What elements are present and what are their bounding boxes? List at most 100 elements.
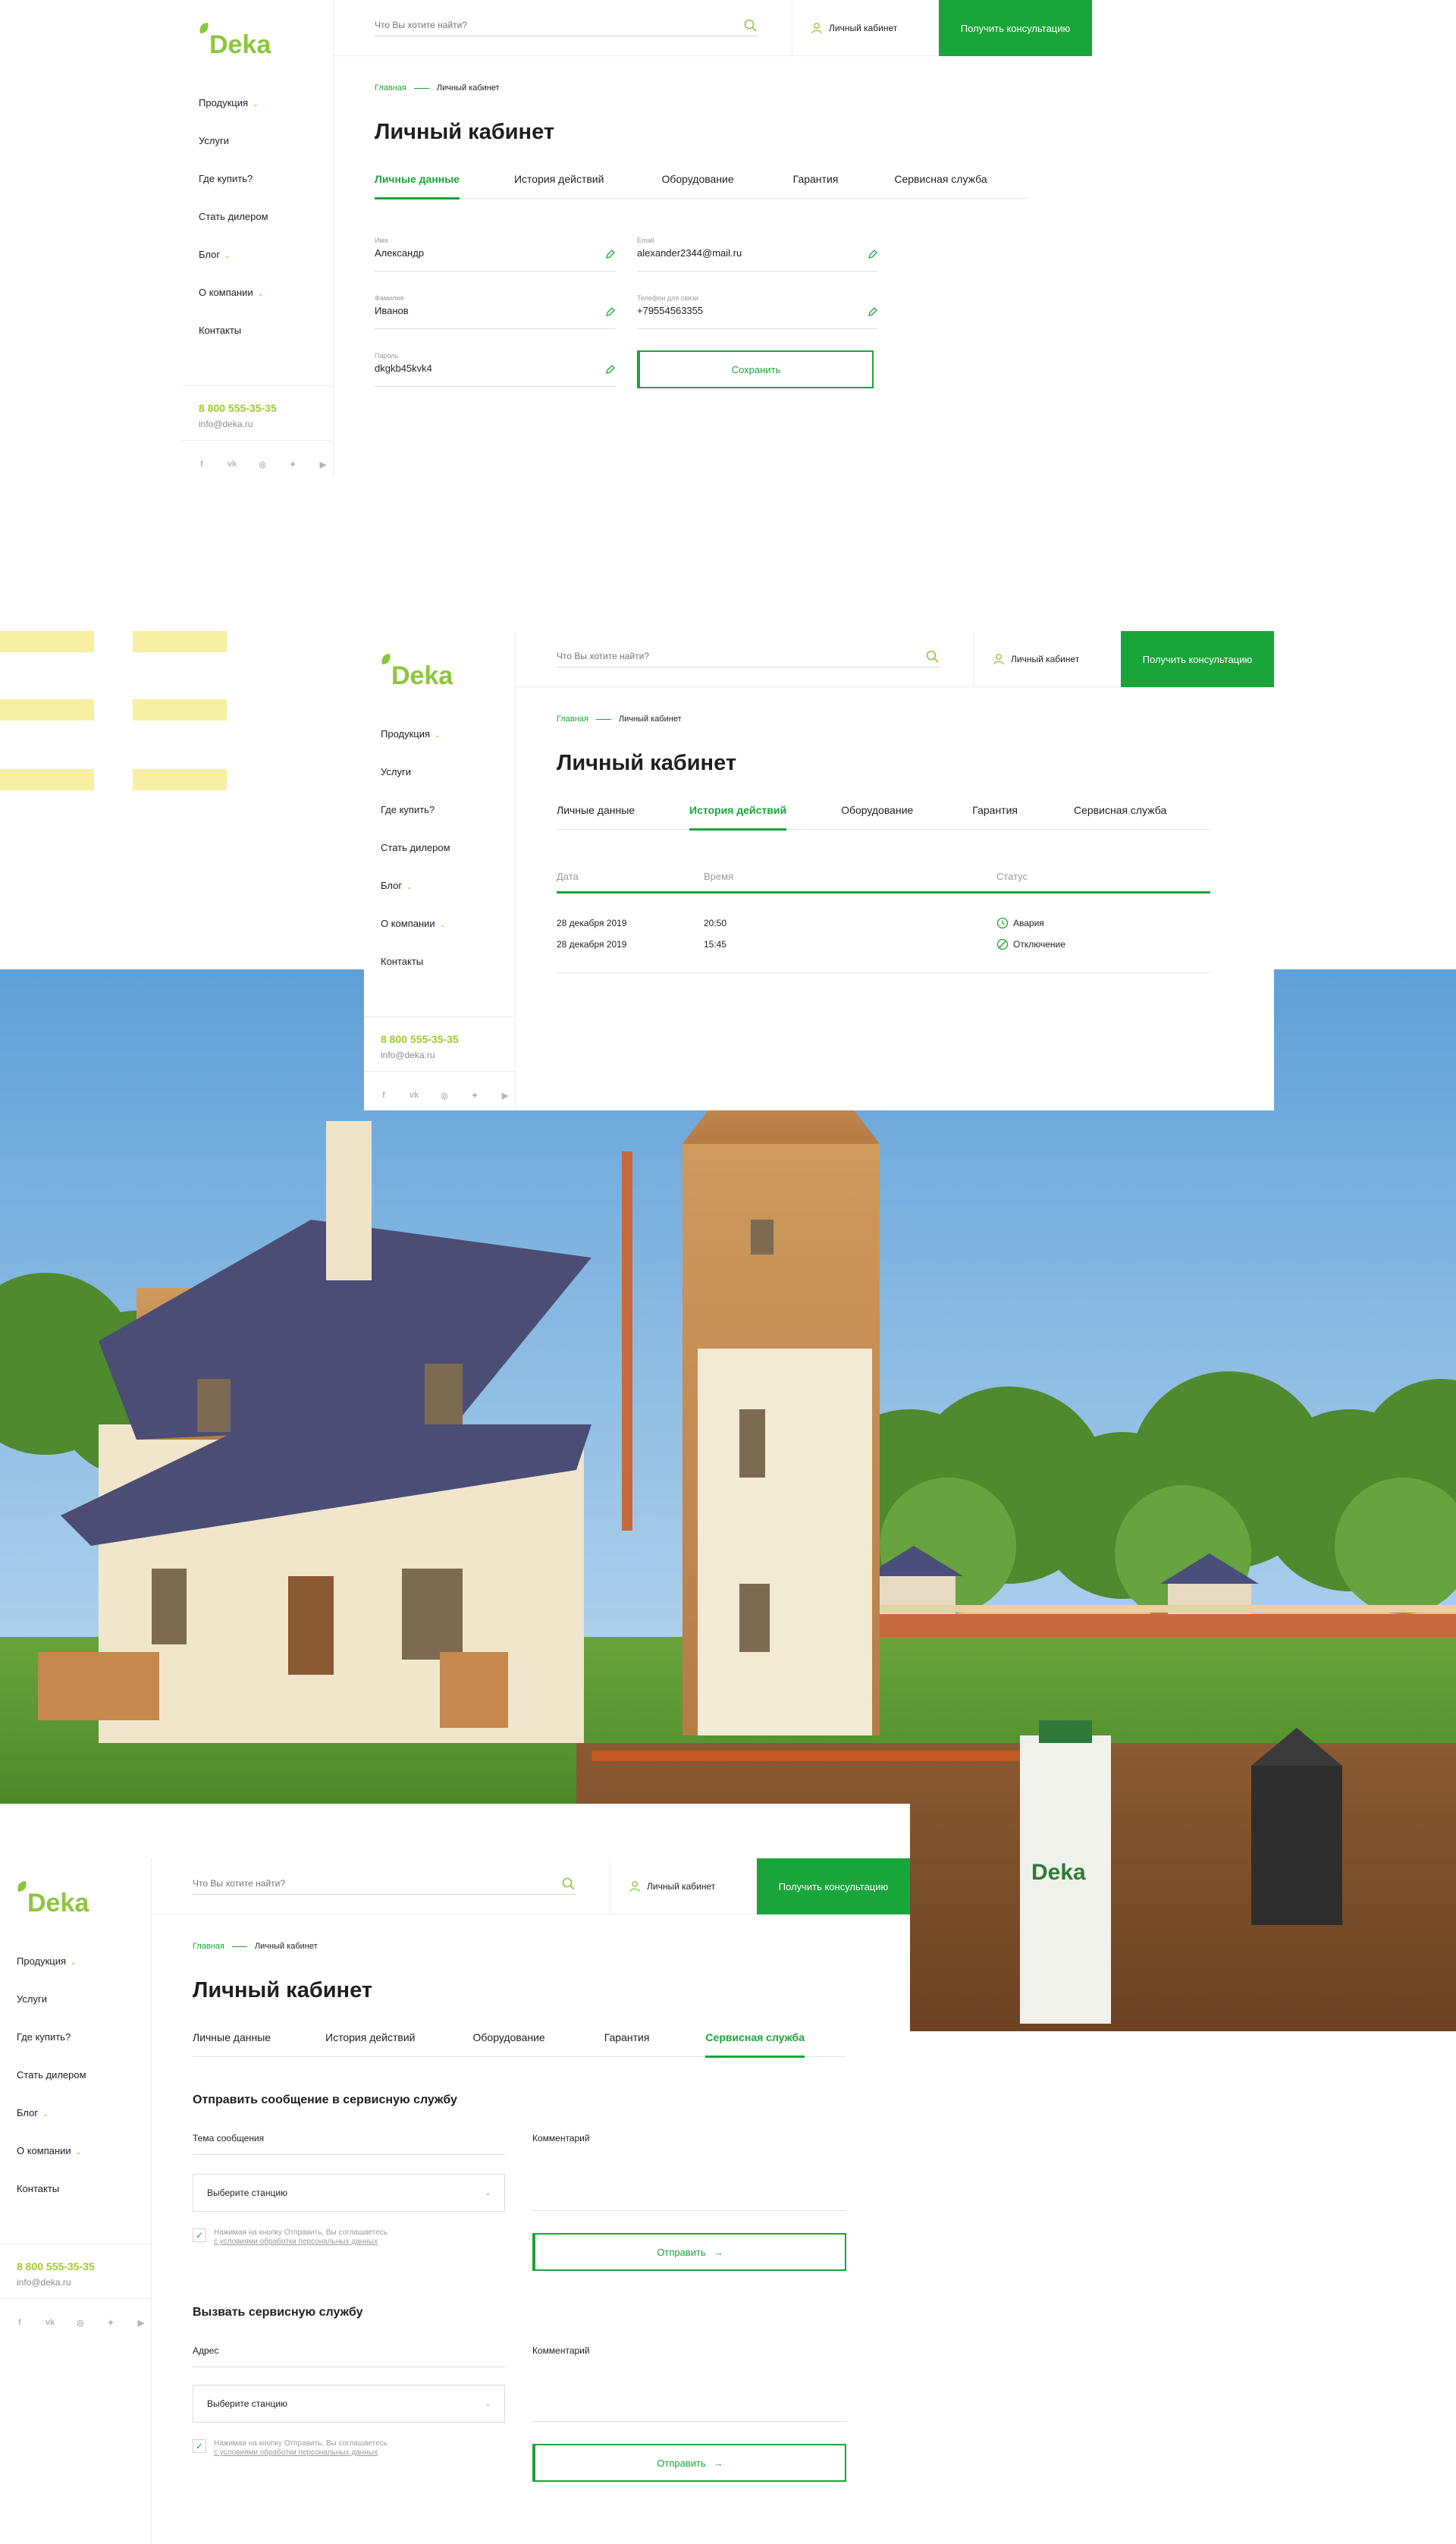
edit-pencil-icon[interactable] (868, 306, 878, 317)
sidebar-item-blog[interactable]: Блог ⌄ (17, 2106, 86, 2144)
tab-warranty[interactable]: Гарантия (604, 2031, 650, 2057)
consult-button[interactable]: Получить консультацию (1121, 631, 1274, 687)
edit-pencil-icon[interactable] (605, 249, 616, 259)
tab-warranty[interactable]: Гарантия (793, 173, 839, 199)
sidebar-item-contacts[interactable]: Контакты (199, 323, 268, 361)
vk-icon[interactable]: vk (35, 2313, 65, 2332)
breadcrumb-home[interactable]: Главная (375, 83, 406, 93)
tab-history[interactable]: История действий (325, 2031, 415, 2057)
instagram-icon[interactable]: ◎ (65, 2313, 96, 2332)
youtube-icon[interactable]: ▶ (490, 1086, 520, 1104)
comment-input[interactable] (532, 2421, 846, 2422)
instagram-icon[interactable]: ◎ (429, 1086, 460, 1104)
tab-personal-data[interactable]: Личные данные (193, 2031, 271, 2057)
edit-pencil-icon[interactable] (605, 306, 616, 317)
contact-email[interactable]: info@deka.ru (17, 2277, 71, 2288)
search-icon[interactable] (743, 18, 758, 33)
sidebar-item-about[interactable]: О компании ⌄ (381, 916, 450, 954)
tab-service[interactable]: Сервисная служба (1074, 804, 1166, 830)
send-message-button[interactable]: Отправить → (532, 2233, 846, 2271)
twitter-icon[interactable]: ✦ (278, 455, 308, 473)
twitter-icon[interactable]: ✦ (96, 2313, 126, 2332)
sidebar-item-where-to-buy[interactable]: Где купить? (199, 171, 268, 209)
sidebar-item-products[interactable]: Продукция ⌄ (199, 96, 268, 133)
sidebar-item-products[interactable]: Продукция ⌄ (381, 727, 450, 765)
sidebar-item-products[interactable]: Продукция ⌄ (17, 1954, 86, 1992)
tab-equipment[interactable]: Оборудование (473, 2031, 545, 2057)
facebook-icon[interactable]: f (187, 455, 217, 473)
consent-link[interactable]: с условиями обработки персональных данны… (214, 2238, 378, 2246)
first-name-field[interactable]: Имя Александр (375, 237, 616, 272)
youtube-icon[interactable]: ▶ (308, 455, 338, 473)
phone-number[interactable]: 8 800 555-35-35 (17, 2260, 95, 2272)
tab-warranty[interactable]: Гарантия (972, 804, 1018, 830)
tab-service[interactable]: Сервисная служба (894, 173, 987, 199)
comment-input[interactable] (532, 2210, 846, 2211)
edit-pencil-icon[interactable] (605, 364, 616, 375)
station-select[interactable]: Выберите станцию ⌄ (193, 2174, 505, 2212)
last-name-field[interactable]: Фамилия Иванов (375, 294, 616, 329)
vk-icon[interactable]: vk (217, 455, 247, 473)
consult-button[interactable]: Получить консультацию (939, 0, 1092, 56)
facebook-icon[interactable]: f (369, 1086, 399, 1104)
contact-email[interactable]: info@deka.ru (381, 1050, 435, 1060)
consult-button[interactable]: Получить консультацию (757, 1858, 910, 1914)
sidebar-item-services[interactable]: Услуги (381, 765, 450, 802)
sidebar-item-blog[interactable]: Блог ⌄ (381, 878, 450, 916)
youtube-icon[interactable]: ▶ (126, 2313, 156, 2332)
sidebar-item-become-dealer[interactable]: Стать дилером (199, 209, 268, 247)
sidebar-item-where-to-buy[interactable]: Где купить? (381, 802, 450, 840)
cabinet-link[interactable]: Личный кабинет (792, 0, 912, 56)
sidebar-item-services[interactable]: Услуги (199, 133, 268, 171)
phone-field[interactable]: Телефон для связи +79554563355 (637, 294, 878, 329)
cabinet-link[interactable]: Личный кабинет (974, 631, 1094, 687)
tab-service[interactable]: Сервисная служба (705, 2031, 805, 2058)
password-field[interactable]: Пароль dkgkb45kvk4 (375, 352, 616, 387)
facebook-icon[interactable]: f (5, 2313, 35, 2332)
tab-history[interactable]: История действий (514, 173, 604, 199)
search-icon[interactable] (561, 1877, 576, 1892)
edit-pencil-icon[interactable] (868, 249, 878, 259)
sidebar-item-about[interactable]: О компании ⌄ (199, 285, 268, 323)
send-call-button[interactable]: Отправить → (532, 2444, 846, 2482)
instagram-icon[interactable]: ◎ (247, 455, 278, 473)
breadcrumb-home[interactable]: Главная (193, 1942, 224, 1951)
deka-logo[interactable]: Deka (12, 1873, 111, 1919)
twitter-icon[interactable]: ✦ (460, 1086, 490, 1104)
consent-link[interactable]: с условиями обработки персональных данны… (214, 2448, 378, 2457)
sidebar-item-contacts[interactable]: Контакты (381, 954, 450, 992)
tab-equipment[interactable]: Оборудование (841, 804, 913, 830)
sidebar-item-services[interactable]: Услуги (17, 1992, 86, 2030)
search-input[interactable] (375, 18, 731, 32)
search-input[interactable] (557, 649, 913, 663)
phone-number[interactable]: 8 800 555-35-35 (199, 402, 277, 414)
contact-email[interactable]: info@deka.ru (199, 419, 253, 429)
tab-personal-data[interactable]: Личные данные (375, 173, 460, 199)
sidebar-item-about[interactable]: О компании ⌄ (17, 2144, 86, 2181)
sidebar-item-become-dealer[interactable]: Стать дилером (17, 2068, 86, 2106)
sidebar-item-contacts[interactable]: Контакты (17, 2181, 86, 2219)
tab-personal-data[interactable]: Личные данные (557, 804, 635, 830)
search-bar (375, 18, 758, 36)
tab-equipment[interactable]: Оборудование (661, 173, 733, 199)
divider (182, 385, 334, 386)
tab-history[interactable]: История действий (689, 804, 787, 831)
search-icon[interactable] (925, 649, 940, 664)
consent-checkbox[interactable]: ✓ (193, 2439, 206, 2453)
column-time: Время (704, 871, 734, 882)
save-button[interactable]: Сохранить (637, 350, 874, 388)
deka-logo[interactable]: Deka (376, 646, 475, 692)
breadcrumb-home[interactable]: Главная (557, 715, 588, 724)
sidebar-item-where-to-buy[interactable]: Где купить? (17, 2030, 86, 2068)
sidebar-item-blog[interactable]: Блог ⌄ (199, 247, 268, 285)
vk-icon[interactable]: vk (399, 1086, 429, 1104)
search-input[interactable] (193, 1877, 549, 1890)
svg-text:Deka: Deka (209, 30, 271, 59)
phone-number[interactable]: 8 800 555-35-35 (381, 1033, 459, 1045)
sidebar-item-become-dealer[interactable]: Стать дилером (381, 840, 450, 878)
cabinet-link[interactable]: Личный кабинет (610, 1858, 730, 1914)
consent-checkbox[interactable]: ✓ (193, 2228, 206, 2242)
email-field[interactable]: Email alexander2344@mail.ru (637, 237, 878, 272)
deka-logo[interactable]: Deka (194, 15, 293, 61)
station-select[interactable]: Выберите станцию ⌄ (193, 2385, 505, 2423)
